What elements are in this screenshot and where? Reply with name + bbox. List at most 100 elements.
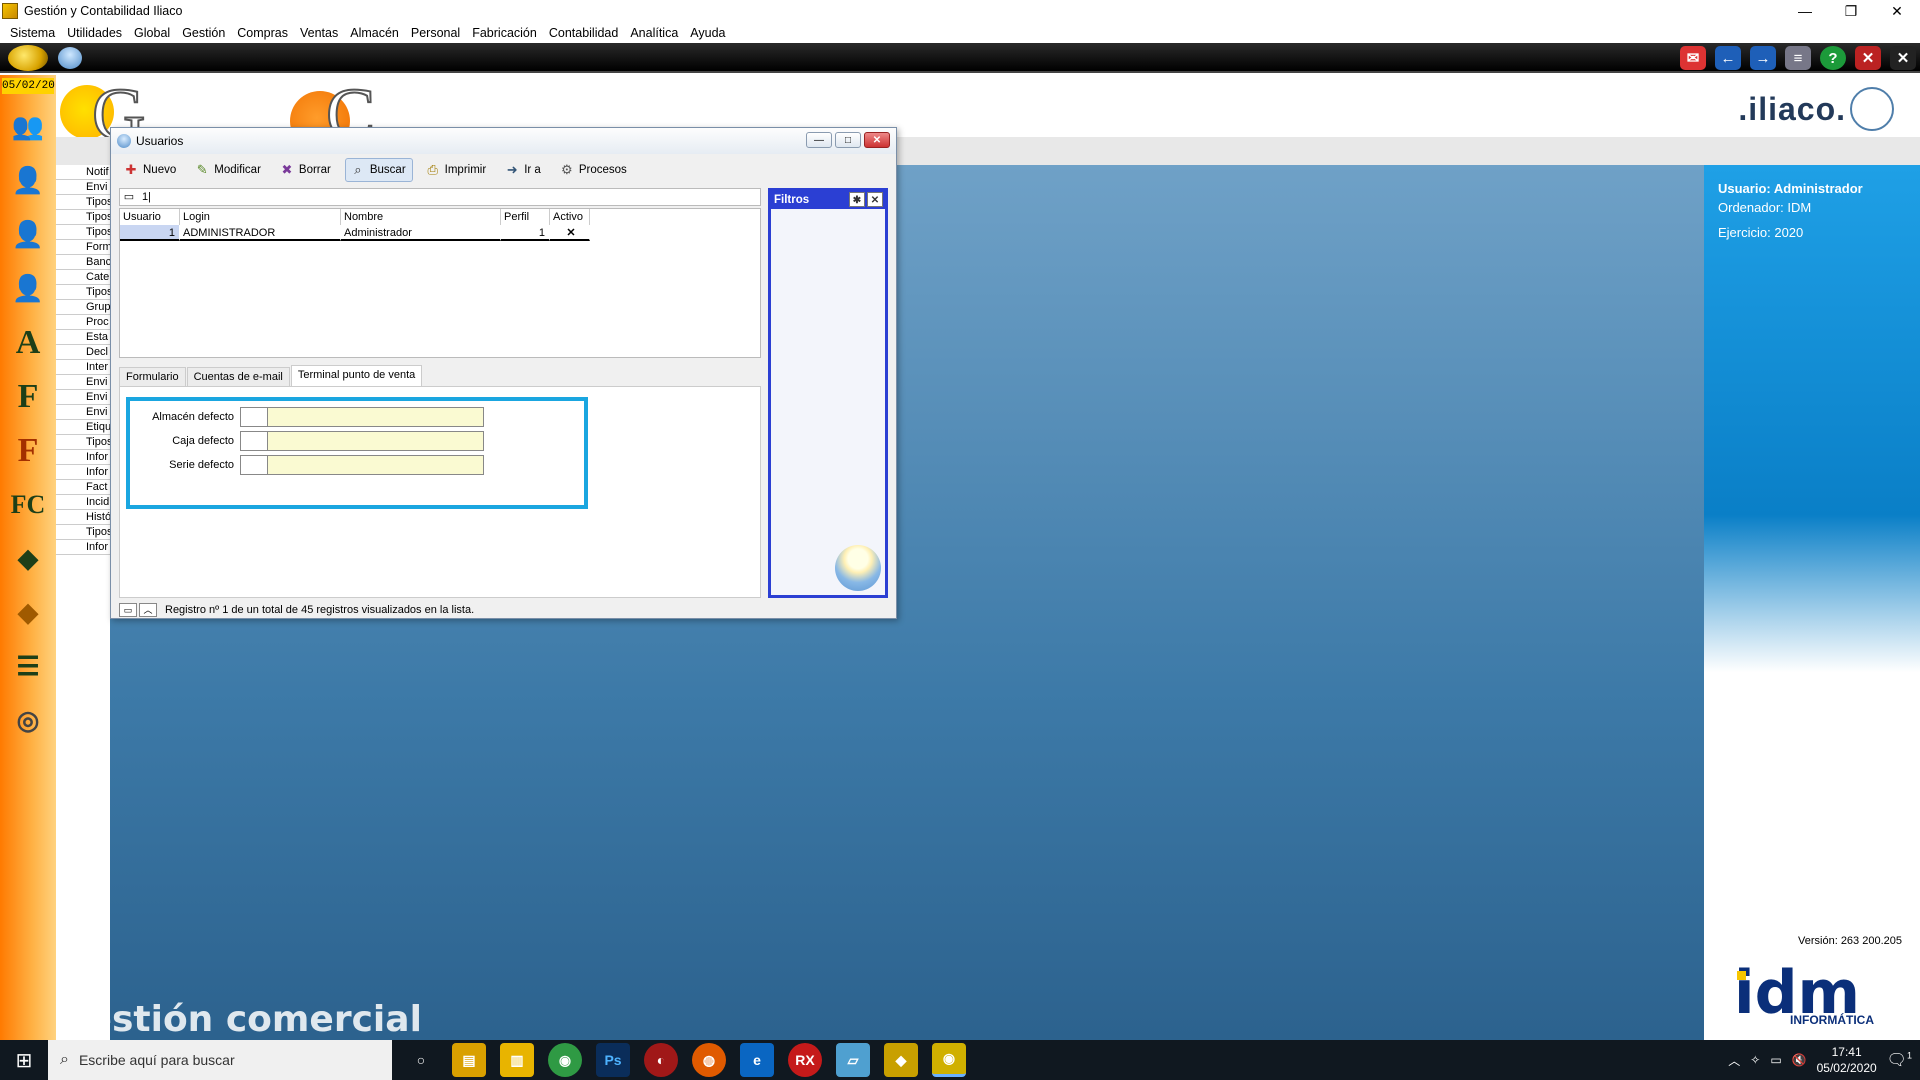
filters-close-icon[interactable]: ✕	[867, 192, 883, 207]
help-icon[interactable]: ?	[1820, 46, 1846, 70]
media-icon[interactable]: ◐	[644, 1043, 678, 1077]
menu-fabricacion[interactable]: Fabricación	[466, 26, 543, 40]
buscar-button[interactable]: ⌕ Buscar	[344, 158, 413, 182]
notifications-icon[interactable]: 🗨1	[1887, 1050, 1912, 1070]
list-item[interactable]: Esta	[56, 330, 110, 345]
list-item[interactable]: Decl	[56, 345, 110, 360]
menu-utilidades[interactable]: Utilidades	[61, 26, 128, 40]
letter-f-icon[interactable]: F	[4, 373, 52, 421]
dialog-minimize-button[interactable]: —	[806, 132, 832, 148]
windows-start-icon[interactable]: ⊞	[0, 1040, 48, 1080]
letter-a-icon[interactable]: A	[4, 319, 52, 367]
procesos-button[interactable]: ⚙ Procesos	[555, 158, 633, 182]
menu-almacen[interactable]: Almacén	[344, 26, 405, 40]
rx-icon[interactable]: RX	[788, 1043, 822, 1077]
list-item[interactable]: Envi	[56, 180, 110, 195]
close-window-icon[interactable]: ✕	[1855, 46, 1881, 70]
tab-terminal-pv[interactable]: Terminal punto de venta	[290, 365, 423, 386]
col-nombre[interactable]: Nombre	[341, 209, 501, 225]
files-icon[interactable]: ▥	[500, 1043, 534, 1077]
dialog-maximize-button[interactable]: □	[835, 132, 861, 148]
status-up-icon[interactable]: ︿	[139, 603, 157, 617]
menu-contabilidad[interactable]: Contabilidad	[543, 26, 625, 40]
search-input[interactable]: 1|	[138, 191, 151, 203]
filters-pin-icon[interactable]: ✱	[849, 192, 865, 207]
document-list-icon[interactable]: ☰	[4, 643, 52, 691]
list-item[interactable]: Infor	[56, 465, 110, 480]
status-window-icon[interactable]: ▭	[119, 603, 137, 617]
network-icon[interactable]: ▭	[1770, 1053, 1781, 1067]
tab-cuentas-email[interactable]: Cuentas de e-mail	[186, 367, 290, 386]
list-item[interactable]: Grup	[56, 300, 110, 315]
iliaco-task-icon[interactable]: ◆	[884, 1043, 918, 1077]
volume-muted-icon[interactable]: 🔇	[1792, 1053, 1807, 1067]
modificar-button[interactable]: ✎ Modificar	[190, 158, 267, 182]
list-item[interactable]: Cate	[56, 270, 110, 285]
app-logo-button[interactable]	[8, 45, 48, 71]
mail-alert-icon[interactable]: ✉	[1680, 46, 1706, 70]
menu-compras[interactable]: Compras	[231, 26, 294, 40]
task-view-icon[interactable]: ○	[404, 1043, 438, 1077]
imprimir-button[interactable]: ⎙ Imprimir	[421, 158, 493, 182]
tray-expand-icon[interactable]: ︿	[1728, 1052, 1740, 1069]
table-row[interactable]: 1 ADMINISTRADOR Administrador 1 ✕	[120, 225, 760, 241]
package-green-icon[interactable]: ◆	[4, 535, 52, 583]
menu-sistema[interactable]: Sistema	[4, 26, 61, 40]
restore-button[interactable]: ❐	[1828, 0, 1874, 22]
list-item[interactable]: Infor	[56, 450, 110, 465]
fc-icon[interactable]: FC	[4, 481, 52, 529]
nuevo-button[interactable]: ✚ Nuevo	[119, 158, 182, 182]
menu-lines-icon[interactable]: ≡	[1785, 46, 1811, 70]
users-group-icon[interactable]: 👥	[4, 103, 52, 151]
menu-analitica[interactable]: Analítica	[624, 26, 684, 40]
menu-ayuda[interactable]: Ayuda	[684, 26, 731, 40]
serie-name-input[interactable]	[268, 455, 484, 475]
list-item[interactable]: Tipos	[56, 525, 110, 540]
dialog-titlebar[interactable]: Usuarios	[111, 128, 896, 154]
dialog-close-button[interactable]: ✕	[864, 132, 890, 148]
user-icon-1[interactable]: 👤	[4, 157, 52, 205]
col-login[interactable]: Login	[180, 209, 341, 225]
forward-arrow-icon[interactable]: →	[1750, 46, 1776, 70]
list-item[interactable]: Envi	[56, 390, 110, 405]
notes-icon[interactable]: ▱	[836, 1043, 870, 1077]
list-item[interactable]: Incid	[56, 495, 110, 510]
edge-icon[interactable]: e	[740, 1043, 774, 1077]
caja-name-input[interactable]	[268, 431, 484, 451]
col-usuario[interactable]: Usuario	[120, 209, 180, 225]
col-activo[interactable]: Activo	[550, 209, 590, 225]
caja-code-input[interactable]	[240, 431, 268, 451]
user-icon[interactable]	[58, 47, 82, 69]
col-perfil[interactable]: Perfil	[501, 209, 550, 225]
list-item[interactable]: Proc	[56, 315, 110, 330]
quick-search-bar[interactable]: ▭ 1|	[119, 188, 761, 206]
menu-gestion[interactable]: Gestión	[176, 26, 231, 40]
letter-f-orange-icon[interactable]: F	[4, 427, 52, 475]
list-item[interactable]: Fact	[56, 480, 110, 495]
list-item[interactable]: Notif	[56, 165, 110, 180]
firefox-icon[interactable]: ◍	[692, 1043, 726, 1077]
package-orange-icon[interactable]: ◆	[4, 589, 52, 637]
minimize-button[interactable]: —	[1782, 0, 1828, 22]
explorer-icon[interactable]: ▤	[452, 1043, 486, 1077]
close-button[interactable]: ✕	[1874, 0, 1920, 22]
user-a-icon[interactable]: 👤	[4, 265, 52, 313]
settings-disc-icon[interactable]: ◎	[4, 697, 52, 745]
list-item[interactable]: Tipos	[56, 225, 110, 240]
photoshop-icon[interactable]: Ps	[596, 1043, 630, 1077]
list-item[interactable]: Banc	[56, 255, 110, 270]
menu-ventas[interactable]: Ventas	[294, 26, 344, 40]
taskbar-clock[interactable]: 17:41 05/02/2020	[1817, 1044, 1877, 1076]
list-item[interactable]: Tipos	[56, 210, 110, 225]
list-item[interactable]: Envi	[56, 375, 110, 390]
dropbox-icon[interactable]: ✧	[1750, 1053, 1760, 1067]
exit-icon[interactable]: ✕	[1890, 46, 1916, 70]
tab-formulario[interactable]: Formulario	[119, 367, 186, 386]
almacen-name-input[interactable]	[268, 407, 484, 427]
list-item[interactable]: Inter	[56, 360, 110, 375]
list-item[interactable]: Envi	[56, 405, 110, 420]
serie-code-input[interactable]	[240, 455, 268, 475]
list-item[interactable]: Histó	[56, 510, 110, 525]
ir-a-button[interactable]: ➜ Ir a	[500, 158, 547, 182]
almacen-code-input[interactable]	[240, 407, 268, 427]
